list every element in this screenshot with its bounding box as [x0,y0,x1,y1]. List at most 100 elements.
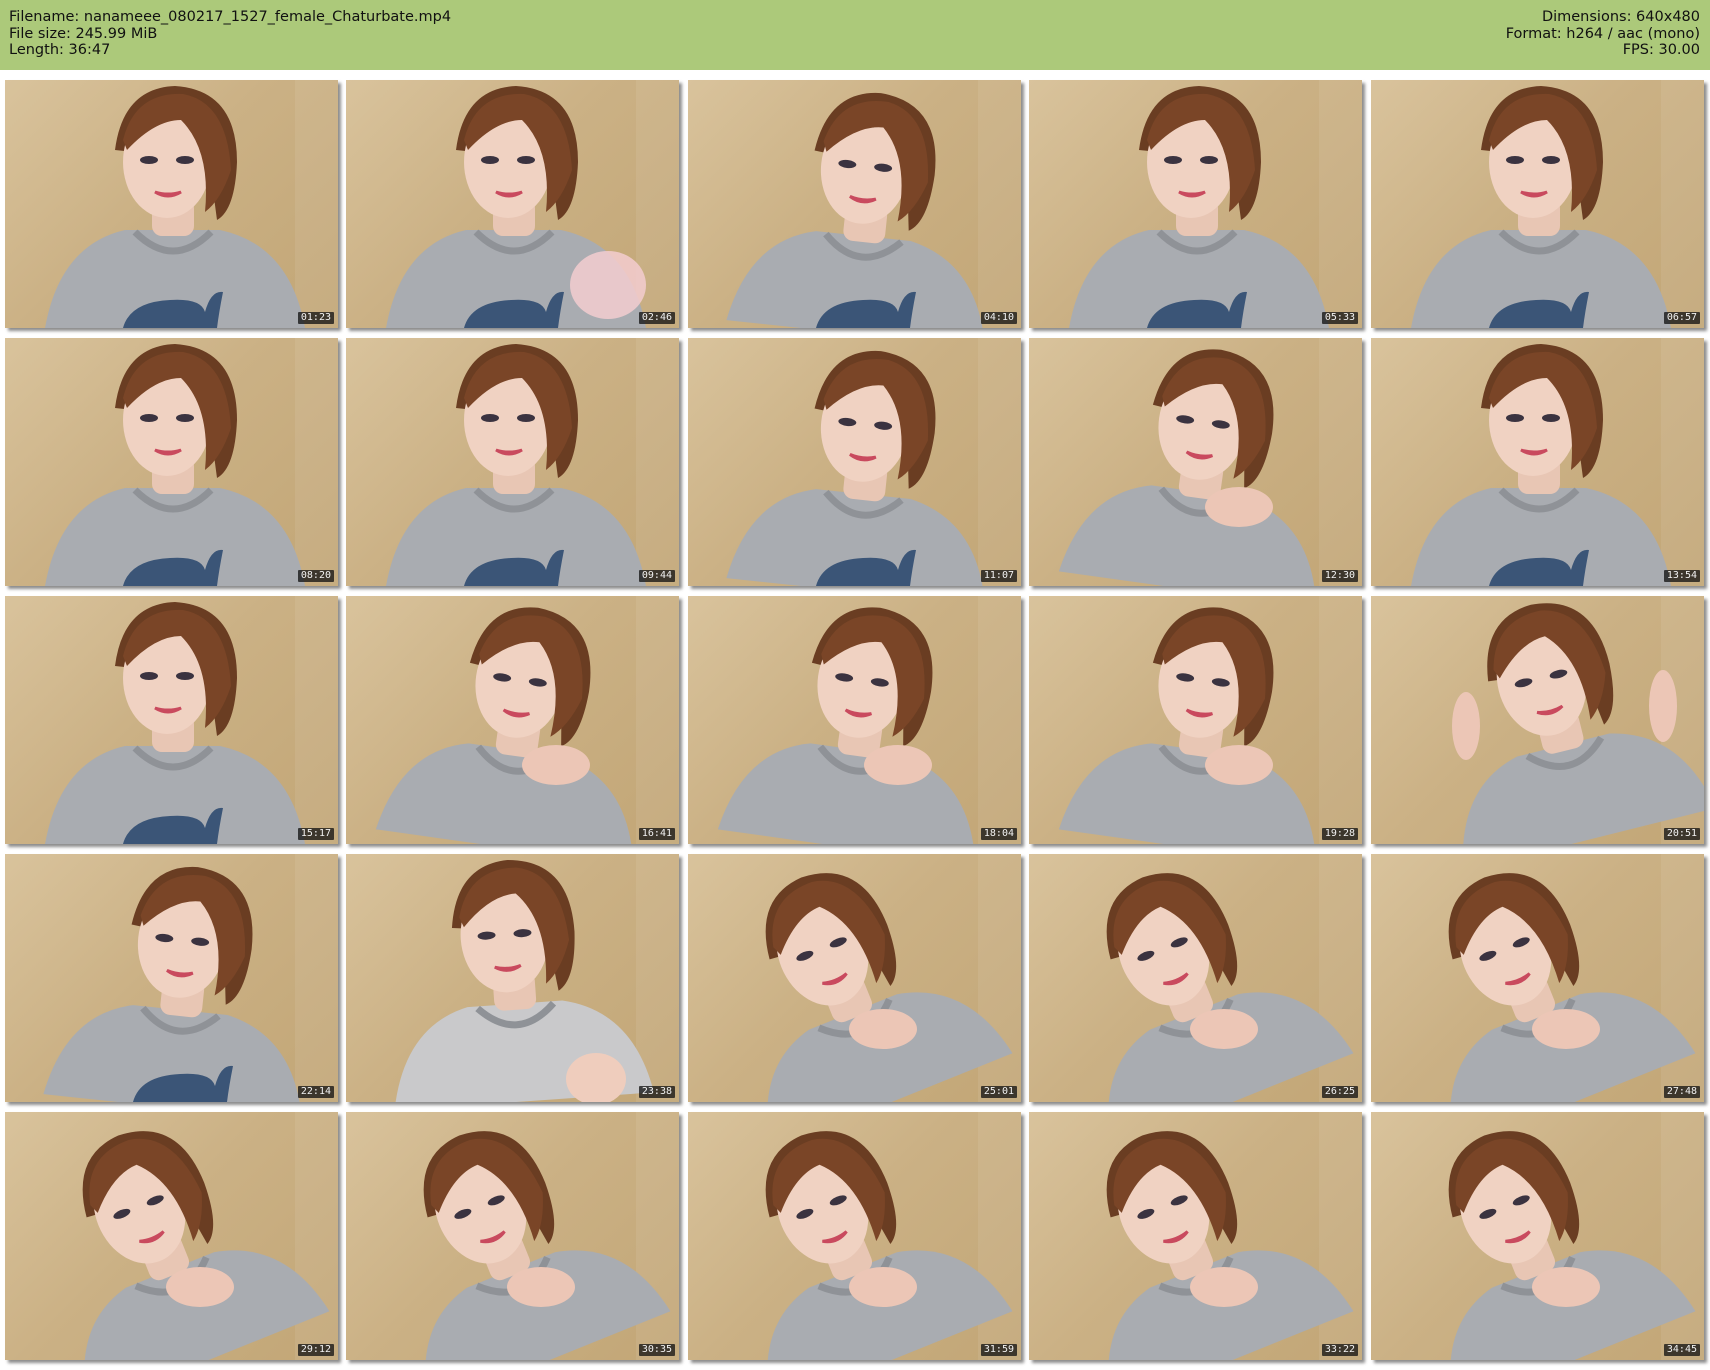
frame-picture [394,854,679,1102]
left-eye-shape [1506,414,1524,422]
lips-shape [154,448,182,456]
video-thumbnail: 33:22 [1029,1112,1362,1360]
wall-edge-shape [295,80,338,328]
frame-picture [45,596,338,844]
frame-picture [45,338,338,586]
video-thumbnail: 25:01 [688,854,1021,1102]
frame-picture [386,80,679,328]
video-thumbnail: 04:10 [688,80,1021,328]
right-eye-shape [176,156,194,164]
wall-edge-shape [1319,1112,1362,1360]
frame-picture [1106,854,1362,1102]
frame-picture [1069,80,1362,328]
hand-shape [849,1267,917,1307]
wall-edge-shape [295,1112,338,1360]
timestamp-label: 08:20 [297,570,334,582]
frame-picture [43,854,338,1102]
right-eye-shape [1200,156,1218,164]
left-eye-shape [140,156,158,164]
video-thumbnail: 18:04 [688,596,1021,844]
wall-edge-shape [1319,596,1362,844]
timestamp-label: 34:45 [1663,1344,1700,1356]
wall-edge-shape [978,338,1021,586]
frame-picture [726,80,1021,328]
video-thumbnail: 09:44 [346,338,679,586]
timestamp-label: 20:51 [1663,828,1700,840]
timestamp-label: 05:33 [1321,312,1358,324]
frame-picture [1452,596,1704,844]
video-thumbnail: 13:54 [1371,338,1704,586]
video-thumbnail: 20:51 [1371,596,1704,844]
right-eye-shape [176,414,194,422]
wall-edge-shape [295,338,338,586]
left-eye-shape [481,414,499,422]
video-thumbnail: 23:38 [346,854,679,1102]
wall-edge-shape [978,1112,1021,1360]
right-eye-shape [1542,156,1560,164]
frame-picture [82,1112,338,1360]
timestamp-label: 29:12 [297,1344,334,1356]
video-thumbnail: 22:14 [5,854,338,1102]
right-eye-shape [176,672,194,680]
wall-edge-shape [1319,80,1362,328]
frame-picture [1058,596,1362,844]
wall-edge-shape [978,80,1021,328]
left-eye-shape [1164,156,1182,164]
timestamp-label: 04:10 [980,312,1017,324]
video-thumbnail: 12:30 [1029,338,1362,586]
hand-shape [522,745,590,785]
frame-picture [1411,338,1704,586]
frame-picture [765,854,1021,1102]
video-thumbnail: 16:41 [346,596,679,844]
length-text: Length: 36:47 [9,42,111,58]
timestamp-label: 26:25 [1321,1086,1358,1098]
timestamp-label: 01:23 [297,312,334,324]
filename-text: Filename: nanameee_080217_1527_female_Ch… [9,9,452,25]
right-eye-shape [517,156,535,164]
right-eye-shape [517,414,535,422]
wall-edge-shape [1661,854,1704,1102]
filesize-text: File size: 245.99 MiB [9,25,158,42]
timestamp-label: 23:38 [638,1086,675,1098]
video-thumbnail: 29:12 [5,1112,338,1360]
hand-shape [1190,1267,1258,1307]
frame-picture [1058,338,1362,586]
hand-shape [1205,745,1273,785]
hand-shape [864,745,932,785]
wall-edge-shape [636,1112,679,1360]
timestamp-label: 12:30 [1321,570,1358,582]
wall-edge-shape [978,854,1021,1102]
video-thumbnail: 27:48 [1371,854,1704,1102]
timestamp-label: 11:07 [980,570,1017,582]
wall-edge-shape [295,596,338,844]
video-thumbnail: 19:28 [1029,596,1362,844]
hand-shape [166,1267,234,1307]
timestamp-label: 25:01 [980,1086,1017,1098]
wall-edge-shape [1661,80,1704,328]
frame-picture [726,338,1021,586]
wall-edge-shape [636,338,679,586]
lips-shape [1520,448,1548,456]
frame-picture [1411,80,1704,328]
timestamp-label: 31:59 [980,1344,1017,1356]
video-thumbnail: 34:45 [1371,1112,1704,1360]
fps-text: FPS: 30.00 [1622,42,1700,58]
frame-picture [1448,1112,1704,1360]
lips-shape [154,706,182,714]
format-text: Format: h264 / aac (mono) [1505,25,1700,42]
frame-picture [765,1112,1021,1360]
wall-edge-shape [1319,854,1362,1102]
timestamp-label: 02:46 [638,312,675,324]
left-eye-shape [1506,156,1524,164]
hand-shape [1532,1009,1600,1049]
dimensions-text: Dimensions: 640x480 [1541,9,1700,25]
video-thumbnail: 11:07 [688,338,1021,586]
lips-shape [1520,190,1548,198]
lips-shape [154,190,182,198]
video-thumbnail: 08:20 [5,338,338,586]
timestamp-label: 16:41 [638,828,675,840]
left-eye-shape [140,414,158,422]
video-thumbnail: 31:59 [688,1112,1021,1360]
frame-picture [386,338,679,586]
left-eye-shape [140,672,158,680]
